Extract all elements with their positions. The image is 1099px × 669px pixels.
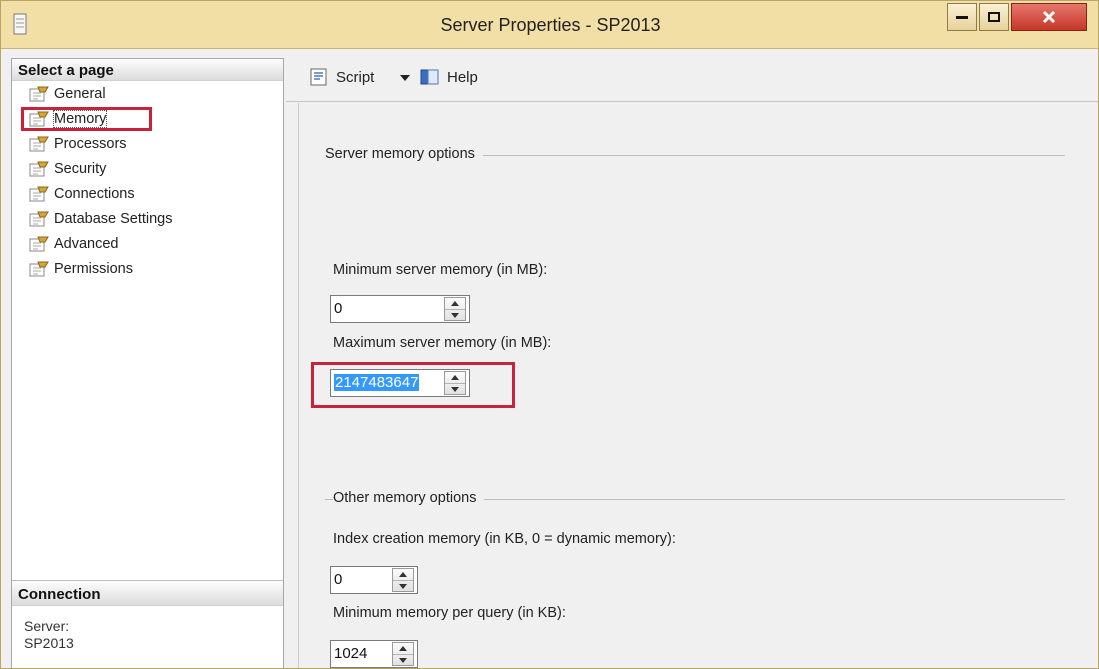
- min-server-memory-label: Minimum server memory (in MB):: [333, 262, 548, 278]
- close-button[interactable]: [1011, 3, 1087, 31]
- page-item-database-settings[interactable]: Database Settings: [12, 206, 173, 231]
- select-page-header: Select a page: [12, 59, 283, 81]
- title-bar[interactable]: Server Properties - SP2013: [1, 1, 1098, 49]
- min-memory-per-query-input[interactable]: 1024: [330, 640, 418, 668]
- minimize-button[interactable]: [947, 3, 977, 31]
- min-memory-per-query-value: 1024: [334, 645, 368, 662]
- wrench-page-icon: [29, 86, 49, 101]
- index-creation-memory-value: 0: [334, 571, 343, 588]
- maximize-button[interactable]: [979, 3, 1009, 31]
- minimize-icon: [956, 16, 968, 19]
- page-item-label: Database Settings: [54, 210, 173, 227]
- select-page-pane: Select a page General Memory Processors Sec…: [11, 58, 284, 668]
- server-value: SP2013: [24, 635, 74, 651]
- toolbar: Script Help: [286, 58, 1098, 102]
- page-item-advanced[interactable]: Advanced: [12, 231, 173, 256]
- wrench-page-icon: [29, 236, 49, 251]
- page-list: General Memory Processors Security Connectio…: [12, 81, 173, 281]
- page-item-label: Processors: [54, 135, 127, 152]
- page-item-security[interactable]: Security: [12, 156, 173, 181]
- wrench-page-icon: [29, 261, 49, 276]
- page-item-label: Advanced: [54, 235, 119, 252]
- up-arrow-icon[interactable]: [393, 643, 413, 654]
- index-creation-memory-label: Index creation memory (in KB, 0 = dynami…: [333, 531, 676, 547]
- wrench-page-icon: [29, 161, 49, 176]
- page-item-label: Connections: [54, 185, 135, 202]
- wrench-page-icon: [29, 136, 49, 151]
- page-item-memory[interactable]: Memory: [12, 106, 173, 131]
- page-item-label: General: [54, 85, 106, 102]
- index-creation-memory-stepper[interactable]: [392, 568, 414, 592]
- memory-page: Server memory options Minimum server mem…: [298, 103, 1098, 668]
- min-server-memory-value: 0: [334, 300, 343, 317]
- help-button[interactable]: Help: [419, 67, 478, 87]
- down-arrow-icon[interactable]: [393, 654, 413, 665]
- wrench-page-icon: [29, 211, 49, 226]
- down-arrow-icon[interactable]: [445, 309, 465, 320]
- memory-page-highlight: [21, 107, 152, 131]
- server-label: Server:: [24, 618, 70, 634]
- connection-panel: Connection Server: SP2013: [12, 580, 283, 652]
- page-item-general[interactable]: General: [12, 81, 173, 106]
- up-arrow-icon[interactable]: [445, 298, 465, 309]
- min-memory-per-query-stepper[interactable]: [392, 642, 414, 666]
- other-memory-group-title: Other memory options: [333, 490, 485, 506]
- close-icon: [1042, 10, 1056, 24]
- chevron-down-icon: [400, 75, 410, 81]
- script-label: Script: [336, 68, 375, 86]
- help-icon: [420, 69, 439, 85]
- script-dropdown-button[interactable]: [400, 75, 410, 81]
- page-item-permissions[interactable]: Permissions: [12, 256, 173, 281]
- script-icon: [310, 68, 327, 86]
- index-creation-memory-input[interactable]: 0: [330, 566, 418, 594]
- page-item-label: Permissions: [54, 260, 133, 277]
- help-label: Help: [447, 68, 478, 86]
- up-arrow-icon[interactable]: [393, 569, 413, 580]
- window-title: Server Properties - SP2013: [440, 15, 661, 35]
- min-server-memory-stepper[interactable]: [444, 297, 466, 321]
- server-memory-group-title: Server memory options: [325, 146, 483, 162]
- server-properties-window: Server Properties - SP2013 Select a page…: [0, 0, 1099, 669]
- max-memory-highlight: [311, 362, 515, 408]
- page-item-processors[interactable]: Processors: [12, 131, 173, 156]
- page-item-connections[interactable]: Connections: [12, 181, 173, 206]
- min-server-memory-input[interactable]: 0: [330, 295, 470, 323]
- page-item-label: Security: [54, 160, 107, 177]
- down-arrow-icon[interactable]: [393, 580, 413, 591]
- max-server-memory-label: Maximum server memory (in MB):: [333, 335, 552, 351]
- script-button[interactable]: Script: [308, 67, 374, 87]
- maximize-icon: [988, 12, 1000, 22]
- wrench-page-icon: [29, 186, 49, 201]
- min-memory-per-query-label: Minimum memory per query (in KB):: [333, 605, 566, 621]
- connection-header: Connection: [12, 580, 283, 606]
